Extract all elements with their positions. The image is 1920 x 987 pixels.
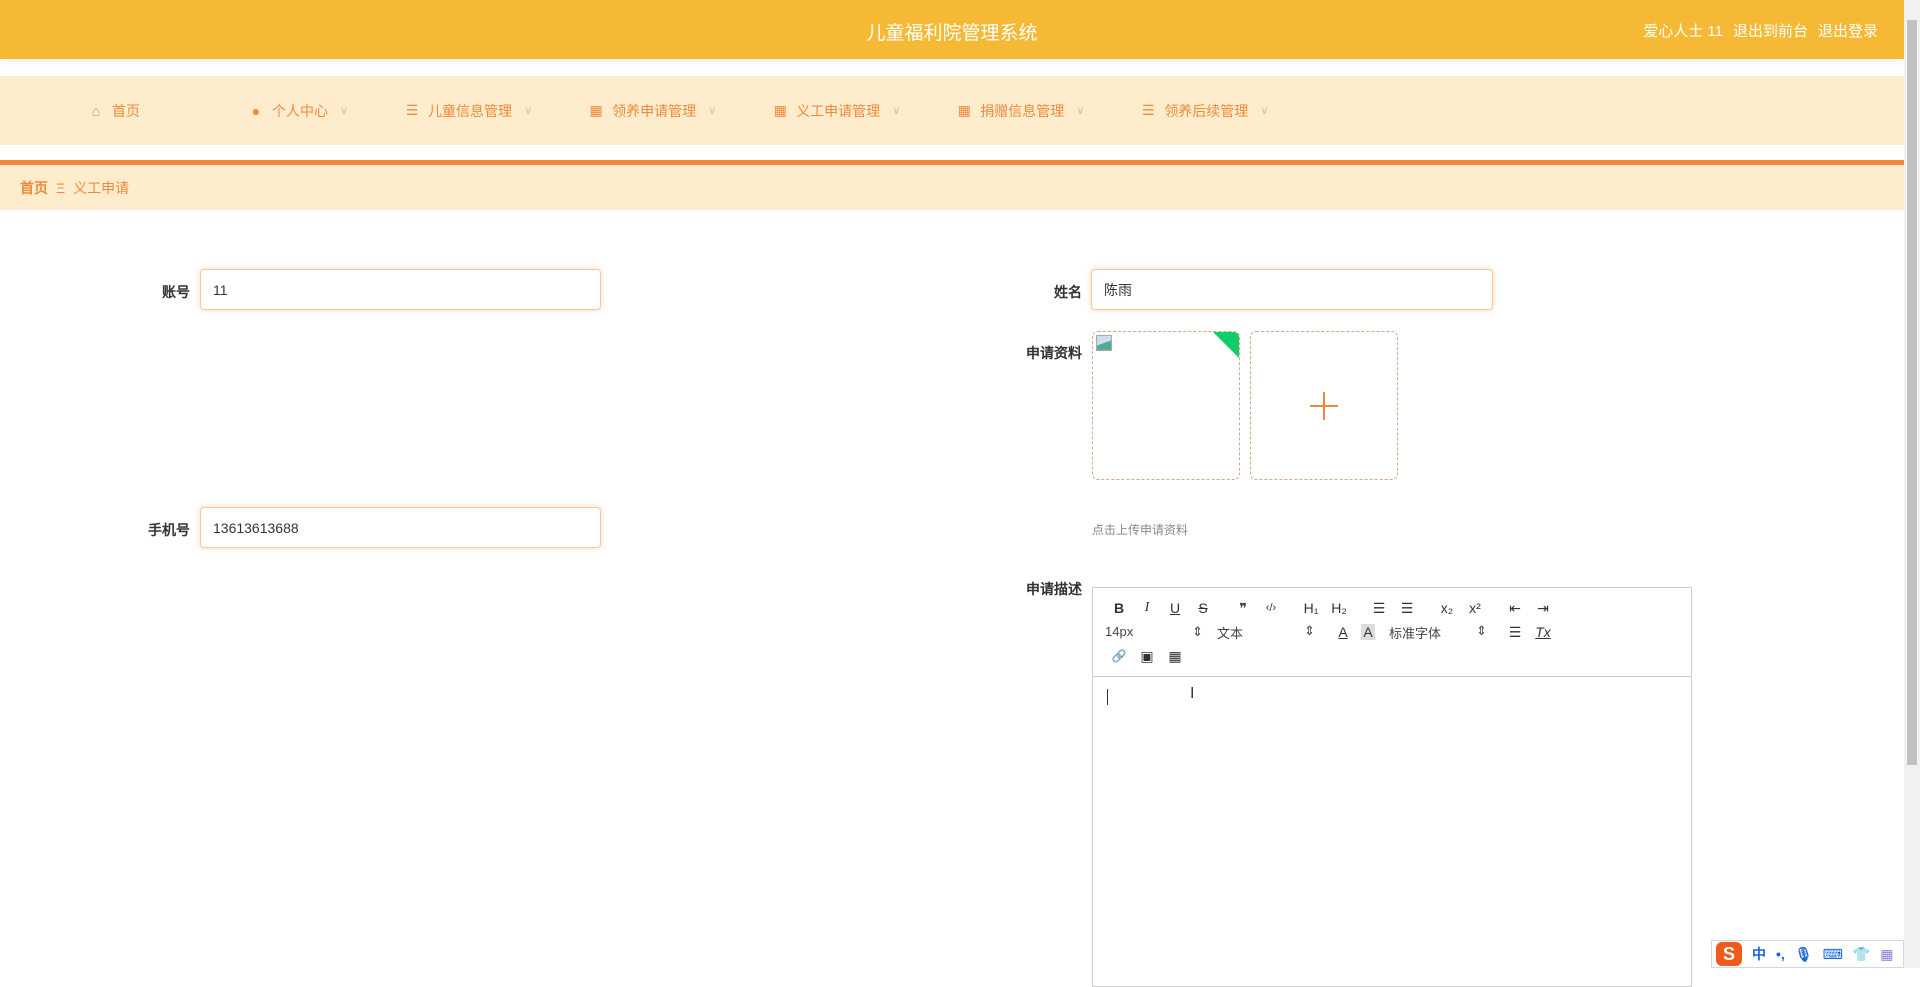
bold-button[interactable]: B [1105, 600, 1133, 616]
account-label: 账号 [162, 284, 190, 300]
upload-button[interactable] [1250, 331, 1398, 480]
logout-link[interactable]: 退出登录 [1818, 20, 1878, 41]
success-corner-badge [1212, 332, 1239, 359]
nav-label: 义工申请管理 [796, 102, 881, 119]
grid-icon: ▦ [589, 102, 603, 118]
nav-label: 个人中心 [272, 102, 328, 119]
font-size-value: 14px [1105, 624, 1134, 639]
subscript-button[interactable]: x₂ [1433, 600, 1461, 616]
nav-label: 儿童信息管理 [428, 102, 513, 119]
sogou-logo-icon: S [1716, 942, 1742, 966]
nav-label: 首页 [112, 102, 140, 119]
main-nav: ⌂ 首页 ● 个人中心 ∨ ☰ 儿童信息管理 ∨ ▦ 领养申请管理 ∨ ▦ 义工申请管理 ∨ ▦ 捐… [0, 76, 1904, 145]
app-title: 儿童福利院管理系统 [866, 23, 1038, 44]
nav-label: 领养申请管理 [612, 102, 697, 119]
top-header: 儿童福利院管理系统 爱心人士 11 退出到前台 退出登录 [0, 0, 1904, 59]
font-family-value: 标准字体 [1389, 625, 1442, 641]
nav-child-info[interactable]: ☰ 儿童信息管理 ∨ [404, 101, 532, 121]
code-block-button[interactable]: ‹/› [1257, 602, 1285, 614]
text-caret [1107, 689, 1108, 705]
nav-adoption-followup[interactable]: ☰ 领养后续管理 ∨ [1140, 101, 1268, 121]
nav-volunteer-apply[interactable]: ▦ 义工申请管理 ∨ [772, 101, 901, 121]
back-to-front-link[interactable]: 退出到前台 [1733, 20, 1808, 41]
page-scrollbar[interactable] [1904, 0, 1920, 968]
superscript-button[interactable]: x² [1461, 600, 1489, 616]
updown-icon: ⇕ [1192, 624, 1203, 639]
name-label: 姓名 [1054, 284, 1082, 300]
chevron-down-icon: ∨ [1076, 105, 1085, 117]
chevron-down-icon: ∨ [708, 105, 717, 117]
bullet-list-button[interactable]: ☰ [1393, 600, 1421, 617]
image-button[interactable]: ▣ [1133, 648, 1161, 665]
ime-punct[interactable]: •, [1776, 946, 1785, 962]
uploaded-file-thumb[interactable] [1092, 331, 1240, 480]
name-field[interactable]: 陈雨 [1091, 269, 1493, 310]
link-button[interactable]: 🔗 [1105, 649, 1133, 663]
chevron-down-icon: ∨ [892, 105, 901, 117]
underline-button[interactable]: U [1161, 600, 1189, 616]
editor-content[interactable] [1093, 677, 1691, 987]
apps-icon[interactable]: ▦ [1880, 946, 1893, 963]
description-label: 申请描述 [1026, 581, 1082, 597]
background-color-button[interactable]: A [1361, 624, 1375, 640]
h2-button[interactable]: H₂ [1325, 600, 1353, 616]
nav-label: 领养后续管理 [1164, 102, 1249, 119]
ime-toolbar: S 中 •, 🎙 ⌨ 👕 ▦ [1711, 940, 1904, 968]
editor-toolbar: B I U S ❞ ‹/› H₁ H₂ ☰ ☰ x₂ x² ⇤ ⇥ 14px ⇕ … [1093, 588, 1691, 677]
breadcrumb-separator: Ξ [56, 179, 66, 196]
phone-field[interactable]: 13613613688 [200, 507, 601, 548]
updown-icon: ⇕ [1304, 622, 1315, 638]
keyboard-icon[interactable]: ⌨ [1823, 946, 1843, 963]
nav-personal-center[interactable]: ● 个人中心 ∨ [248, 101, 348, 121]
indent-button[interactable]: ⇥ [1529, 600, 1557, 617]
breadcrumb-home[interactable]: 首页 [20, 178, 48, 198]
ibeam-cursor-icon: I [1190, 685, 1195, 702]
updown-icon: ⇕ [1476, 622, 1487, 638]
scrollbar-thumb[interactable] [1907, 20, 1917, 765]
nav-label: 捐赠信息管理 [980, 102, 1065, 119]
nav-home[interactable]: ⌂ 首页 [88, 101, 140, 121]
grid-icon: ▦ [957, 102, 971, 118]
outdent-button[interactable]: ⇤ [1501, 600, 1529, 617]
phone-label: 手机号 [148, 522, 190, 538]
ime-lang[interactable]: 中 [1752, 944, 1766, 964]
ordered-list-button[interactable]: ☰ [1365, 600, 1393, 617]
upload-tip: 点击上传申请资料 [1092, 523, 1189, 537]
material-label: 申请资料 [1026, 345, 1082, 361]
user-name: 爱心人士 11 [1643, 23, 1723, 40]
home-icon: ⌂ [91, 102, 101, 119]
nav-adoption-apply[interactable]: ▦ 领养申请管理 ∨ [588, 101, 717, 121]
clear-format-button[interactable]: Tx [1529, 624, 1557, 640]
align-button[interactable]: ☰ [1501, 624, 1529, 641]
strike-button[interactable]: S [1189, 600, 1217, 616]
breadcrumb-current: 义工申请 [73, 179, 130, 196]
list-icon: ☰ [405, 102, 419, 118]
rich-text-editor: B I U S ❞ ‹/› H₁ H₂ ☰ ☰ x₂ x² ⇤ ⇥ 14px ⇕ … [1092, 587, 1692, 987]
text-color-button[interactable]: A [1329, 624, 1357, 640]
account-field[interactable]: 11 [200, 269, 601, 310]
chevron-down-icon: ∨ [340, 105, 349, 117]
chevron-down-icon: ∨ [1260, 105, 1269, 117]
skin-icon[interactable]: 👕 [1853, 946, 1870, 963]
header-value: 文本 [1217, 625, 1244, 641]
h1-button[interactable]: H₁ [1297, 600, 1325, 616]
font-size-select[interactable]: 14px ⇕ [1105, 624, 1203, 640]
nav-donation-info[interactable]: ▦ 捐赠信息管理 ∨ [956, 101, 1085, 121]
breadcrumb: 首页 Ξ 义工申请 [0, 165, 1904, 210]
header-select[interactable]: 文本 ⇕ [1217, 623, 1315, 642]
microphone-icon[interactable]: 🎙 [1795, 946, 1813, 963]
chevron-down-icon: ∨ [524, 105, 533, 117]
italic-button[interactable]: I [1133, 600, 1161, 616]
broken-image-icon [1096, 335, 1112, 351]
user-icon: ● [251, 102, 261, 119]
video-button[interactable]: ▦ [1161, 648, 1189, 665]
grid-icon: ▦ [773, 102, 787, 118]
plus-icon [1310, 391, 1338, 420]
font-family-select[interactable]: 标准字体 ⇕ [1389, 623, 1487, 642]
list-icon: ☰ [1142, 102, 1155, 118]
blockquote-button[interactable]: ❞ [1229, 600, 1257, 617]
